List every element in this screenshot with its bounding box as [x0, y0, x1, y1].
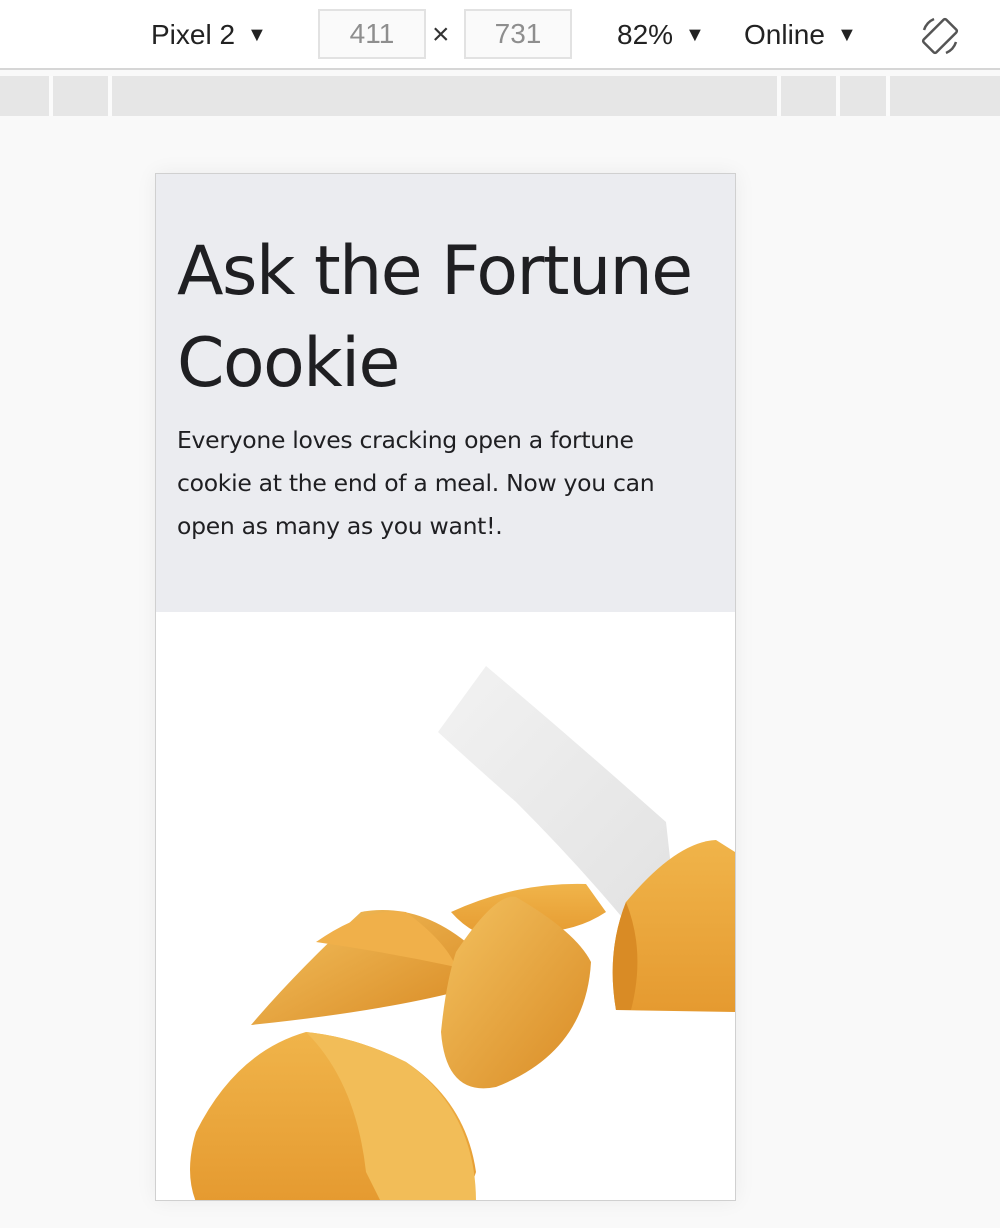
- caret-down-icon: ▼: [685, 23, 705, 46]
- device-label: Pixel 2: [151, 19, 236, 50]
- dimension-separator: ×: [432, 18, 450, 51]
- device-select[interactable]: Pixel 2 ▼: [151, 14, 267, 56]
- page-description: Everyone loves cracking open a fortune c…: [177, 426, 655, 540]
- network-label: Online: [744, 19, 825, 50]
- ruler-divider: [836, 76, 840, 116]
- ruler-divider: [108, 76, 112, 116]
- ruler-divider: [49, 76, 53, 116]
- media-query-bar[interactable]: [0, 76, 1000, 116]
- device-toolbar: Pixel 2 ▼ 411 × 731 82% ▼ Online ▼: [0, 0, 1000, 70]
- height-input[interactable]: 731: [464, 9, 572, 59]
- hero-section: Ask the Fortune Cookie Everyone loves cr…: [156, 174, 735, 612]
- ruler-divider: [886, 76, 890, 116]
- fortune-cookie-illustration: [190, 666, 735, 1200]
- page-title: Ask the Fortune Cookie: [177, 232, 693, 403]
- fortune-cookie-image: [156, 612, 735, 1200]
- caret-down-icon: ▼: [247, 23, 267, 46]
- caret-down-icon: ▼: [836, 23, 857, 46]
- rotate-icon: [921, 17, 959, 55]
- rotate-button[interactable]: [918, 14, 962, 58]
- fortune-paper: [438, 666, 676, 922]
- device-viewport: Ask the Fortune Cookie Everyone loves cr…: [155, 173, 736, 1201]
- width-input[interactable]: 411: [318, 9, 426, 59]
- ruler-divider: [777, 76, 781, 116]
- zoom-select[interactable]: 82% ▼: [617, 14, 705, 56]
- zoom-label: 82%: [617, 19, 674, 50]
- network-select[interactable]: Online ▼: [744, 14, 857, 56]
